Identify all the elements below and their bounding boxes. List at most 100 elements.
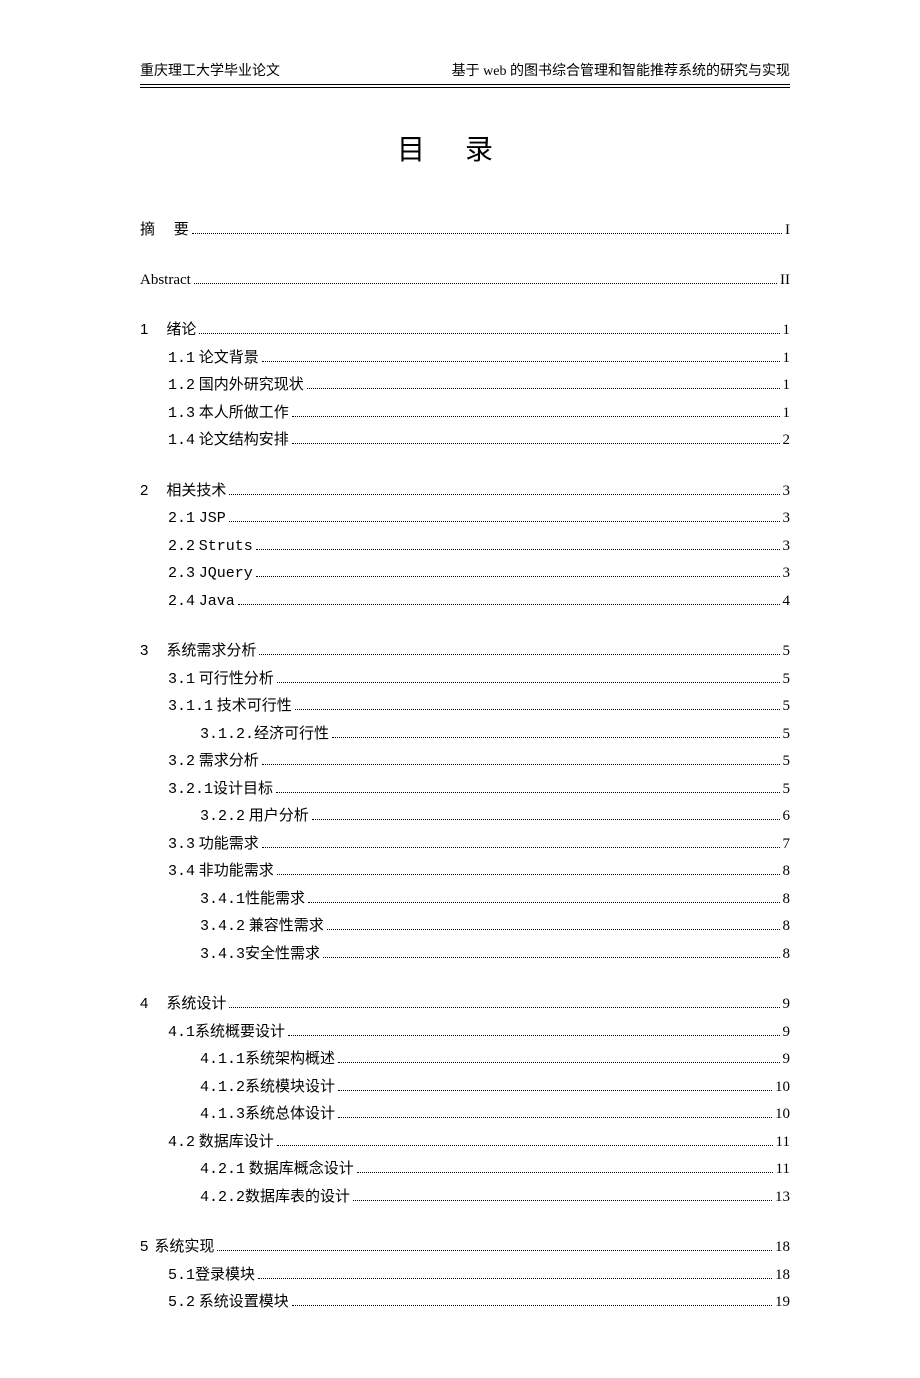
page-header: 重庆理工大学毕业论文 基于 web 的图书综合管理和智能推荐系统的研究与实现 [140, 60, 790, 84]
toc-leader-dots [277, 874, 780, 875]
toc-entry: 2.3 JQuery 3 [168, 561, 790, 587]
toc-section-num: 5.1 [168, 1263, 195, 1289]
toc-entry: 3.1 可行性分析 5 [168, 667, 790, 693]
toc-leader-dots [288, 1035, 779, 1036]
toc-leader-dots [258, 1278, 772, 1279]
toc-page-num: 18 [775, 1235, 790, 1261]
toc-entry: 3.1.2. 经济可行性 5 [200, 722, 790, 748]
toc-entry: 2.2 Struts 3 [168, 534, 790, 560]
toc-entry: 1.4 论文结构安排 2 [168, 428, 790, 454]
toc-leader-dots [262, 764, 780, 765]
toc-entry: 1.1 论文背景 1 [168, 346, 790, 372]
toc-entry-abstract-cn: 摘 要 I [140, 218, 790, 244]
toc-label: 系统模块设计 [245, 1075, 335, 1101]
toc-leader-dots [292, 443, 780, 444]
toc-page-num: 8 [783, 887, 791, 913]
toc-entry: 5.1 登录模块 18 [168, 1263, 790, 1289]
toc-page-num: 8 [783, 859, 791, 885]
toc-leader-dots [259, 654, 779, 655]
toc-label: 需求分析 [199, 749, 259, 775]
toc-label: 兼容性需求 [249, 914, 324, 940]
toc-page-num: 2 [783, 428, 791, 454]
toc-entry: 1.3 本人所做工作 1 [168, 401, 790, 427]
toc-label: 设计目标 [213, 777, 273, 803]
toc-page-num: 1 [783, 373, 791, 399]
toc-page-num: 5 [783, 722, 791, 748]
toc-page-num: 7 [783, 832, 791, 858]
document-page: 重庆理工大学毕业论文 基于 web 的图书综合管理和智能推荐系统的研究与实现 目… [0, 0, 920, 1378]
toc-section-num: 3.1 [168, 667, 195, 693]
toc-section-num: 4.1 [168, 1020, 195, 1046]
toc-section-num: 2.2 [168, 534, 195, 560]
toc-section-num: 3.1.2. [200, 722, 254, 748]
toc-entry: 3.4 非功能需求 8 [168, 859, 790, 885]
toc-page-num: 1 [783, 401, 791, 427]
toc-section-num: 4.1.1 [200, 1047, 245, 1073]
toc-page-num: 3 [783, 534, 791, 560]
toc-title: 目录 [140, 128, 790, 168]
toc-chapter-num: 1 [140, 317, 148, 343]
toc-section-num: 2.3 [168, 561, 195, 587]
toc-section-num: 2.4 [168, 589, 195, 615]
toc-label: 功能需求 [199, 832, 259, 858]
toc-leader-dots [256, 549, 780, 550]
toc-leader-dots [307, 388, 780, 389]
toc-label: 经济可行性 [254, 722, 329, 748]
toc-page-num: 9 [783, 992, 791, 1018]
toc-leader-dots [277, 682, 780, 683]
toc-page-num: 10 [775, 1075, 790, 1101]
toc-page-num: 5 [783, 639, 791, 665]
header-rule-thin [140, 87, 790, 88]
toc-page-num: 9 [783, 1020, 791, 1046]
toc-leader-dots [312, 819, 780, 820]
toc-page-num: 1 [783, 318, 791, 344]
toc-label: 系统设置模块 [199, 1290, 289, 1316]
toc-label: 数据库设计 [199, 1130, 274, 1156]
toc-page-num: 19 [775, 1290, 790, 1316]
toc-section-num: 1.2 [168, 373, 195, 399]
toc-entry: 4.2 数据库设计 11 [168, 1130, 790, 1156]
toc-entry-ch3: 3 系统需求分析 5 [140, 638, 790, 665]
toc-page-num: 5 [783, 749, 791, 775]
table-of-contents: 摘 要 I Abstract II 1 绪论 1 1.1 论文背景 1 1.2 [140, 218, 790, 1316]
toc-leader-dots [295, 709, 780, 710]
toc-page-num: 10 [775, 1102, 790, 1128]
toc-label: 论文结构安排 [199, 428, 289, 454]
toc-leader-dots [327, 929, 780, 930]
toc-label: 国内外研究现状 [199, 373, 304, 399]
toc-label: 数据库表的设计 [245, 1185, 350, 1211]
toc-leader-dots [256, 576, 780, 577]
toc-entry: 3.2.1 设计目标 5 [168, 777, 790, 803]
toc-section-num: 1.1 [168, 346, 195, 372]
toc-label: 相关技术 [166, 479, 226, 505]
toc-leader-dots [292, 416, 780, 417]
toc-leader-dots [238, 604, 780, 605]
toc-label: 摘 要 [140, 218, 189, 244]
toc-label: 安全性需求 [245, 942, 320, 968]
toc-section-num: 4.2.1 [200, 1157, 245, 1183]
toc-page-num: I [785, 218, 790, 244]
toc-page-num: 11 [776, 1157, 790, 1183]
toc-section-num: 3.4.3 [200, 942, 245, 968]
toc-entry: 4.1.3 系统总体设计 10 [200, 1102, 790, 1128]
toc-label: Java [199, 589, 235, 615]
toc-leader-dots [229, 1007, 779, 1008]
toc-label: 系统实现 [154, 1235, 214, 1261]
toc-label: 系统需求分析 [166, 639, 256, 665]
toc-leader-dots [192, 233, 782, 234]
toc-page-num: 8 [783, 942, 791, 968]
toc-leader-dots [262, 361, 780, 362]
toc-label: 本人所做工作 [199, 401, 289, 427]
toc-leader-dots [262, 847, 780, 848]
toc-leader-dots [277, 1145, 773, 1146]
toc-page-num: 4 [783, 589, 791, 615]
toc-section-num: 3.2 [168, 749, 195, 775]
toc-leader-dots [338, 1090, 772, 1091]
toc-section-num: 4.1.2 [200, 1075, 245, 1101]
toc-entry: 4.1.2 系统模块设计 10 [200, 1075, 790, 1101]
toc-entry: 1.2 国内外研究现状 1 [168, 373, 790, 399]
toc-entry: 3.2 需求分析 5 [168, 749, 790, 775]
toc-label: 技术可行性 [217, 694, 292, 720]
toc-leader-dots [332, 737, 779, 738]
toc-leader-dots [357, 1172, 773, 1173]
